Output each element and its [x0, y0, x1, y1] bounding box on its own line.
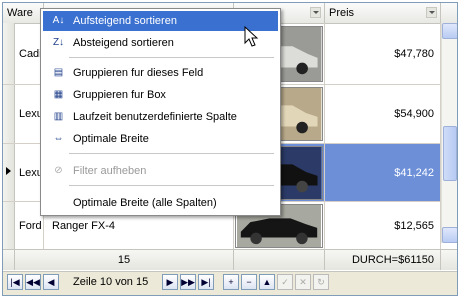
post-edit-button[interactable]: ✓: [277, 274, 293, 290]
first-record-button[interactable]: |◀: [7, 274, 23, 290]
edit-record-button[interactable]: ▲: [259, 274, 275, 290]
cancel-edit-button[interactable]: ✕: [295, 274, 311, 290]
delete-record-button[interactable]: −: [241, 274, 257, 290]
custom-column-icon: ▥: [53, 111, 64, 122]
footer-summary: DURCH=$61150: [325, 250, 441, 270]
navigator-bar: |◀ ◀◀ ◀ Zeile 10 von 15 ▶ ▶▶ ▶| + − ▲ ✓ …: [3, 271, 457, 295]
row-indicator[interactable]: [3, 23, 15, 84]
menu-item-custom-column[interactable]: ▥ Laufzeit benutzerdefinierte Spalte: [43, 107, 278, 127]
menu-item-best-fit-all-columns[interactable]: Optimale Breite (alle Spalten): [43, 193, 278, 213]
current-row-arrow-icon: [6, 167, 11, 175]
previous-page-button[interactable]: ◀◀: [25, 274, 41, 290]
menu-item-sort-descending[interactable]: Z↓ Absteigend sortieren: [43, 33, 278, 53]
append-record-button[interactable]: +: [223, 274, 239, 290]
grid-footer: 15 DURCH=$61150: [3, 249, 457, 270]
row-indicator[interactable]: [3, 85, 15, 143]
cell-price[interactable]: $54,900: [325, 85, 441, 143]
record-position: Zeile 10 von 15: [73, 276, 149, 288]
column-header-price[interactable]: Preis: [325, 3, 441, 23]
row-indicator[interactable]: [3, 144, 15, 201]
column-header-price-label: Preis: [329, 7, 355, 19]
group-field-icon: ▤: [53, 67, 64, 78]
scroll-down-button[interactable]: [442, 227, 457, 243]
refresh-button[interactable]: ↻: [313, 274, 329, 290]
clear-filter-icon: ⊘: [54, 165, 63, 176]
cell-price[interactable]: $41,242: [325, 144, 441, 201]
mouse-cursor-icon: [244, 26, 259, 47]
best-fit-icon: ⇔: [53, 133, 64, 144]
menu-separator: [69, 185, 274, 186]
vertical-scrollbar[interactable]: [441, 23, 457, 243]
sort-ascending-icon: A↓: [52, 15, 65, 26]
cell-price[interactable]: $12,565: [325, 202, 441, 249]
next-page-button[interactable]: ▶▶: [180, 274, 196, 290]
previous-record-button[interactable]: ◀: [43, 274, 59, 290]
column-header-make[interactable]: Ware: [3, 3, 44, 23]
footer-indicator: [3, 250, 15, 270]
last-record-button[interactable]: ▶|: [198, 274, 214, 290]
next-record-button[interactable]: ▶: [162, 274, 178, 290]
column-filter-dropdown-icon[interactable]: [426, 7, 437, 18]
menu-item-group-box[interactable]: ▦ Gruppieren fur Box: [43, 85, 278, 105]
sort-descending-icon: Z↓: [52, 37, 65, 48]
menu-item-clear-filter[interactable]: ⊘ Filter aufheben: [43, 161, 278, 181]
menu-item-best-fit[interactable]: ⇔ Optimale Breite: [43, 129, 278, 149]
menu-item-sort-ascending[interactable]: A↓ Aufsteigend sortieren: [43, 11, 278, 31]
cell-price[interactable]: $47,780: [325, 23, 441, 84]
footer-count: 15: [15, 250, 234, 270]
scroll-up-button[interactable]: [442, 23, 457, 39]
footer-picture-cell: [234, 250, 325, 270]
column-filter-dropdown-icon[interactable]: [310, 7, 321, 18]
group-box-icon: ▦: [53, 89, 64, 100]
menu-item-group-by-field[interactable]: ▤ Gruppieren fur dieses Feld: [43, 63, 278, 83]
column-header-make-label: Ware: [7, 7, 33, 19]
row-indicator[interactable]: [3, 202, 15, 249]
scrollbar-thumb[interactable]: [443, 126, 457, 181]
menu-separator: [69, 57, 274, 58]
menu-separator: [69, 153, 274, 154]
